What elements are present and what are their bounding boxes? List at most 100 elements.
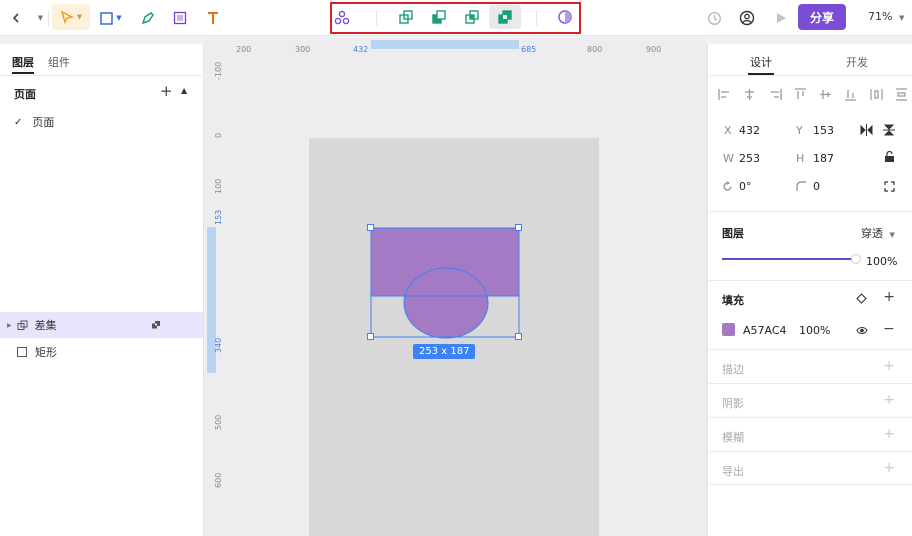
component-icon (334, 10, 350, 25)
canvas[interactable]: 200 300 432 685 800 900 -100 0 100 153 3… (205, 38, 707, 536)
pen-icon (141, 12, 154, 25)
back-button[interactable] (6, 8, 26, 28)
h-input[interactable]: 187 (813, 152, 834, 165)
shadow-section-title: 阴影 (722, 397, 744, 410)
ruler-top: 200 300 432 685 800 900 (205, 38, 707, 56)
fill-opacity-input[interactable]: 100% (799, 324, 830, 337)
exclude-mini-icon (151, 321, 160, 329)
ruler-tick: 500 (214, 414, 223, 430)
flip-horizontal-icon[interactable] (860, 124, 873, 136)
rectangle-tool-button[interactable]: ▼ (96, 8, 126, 28)
add-shadow-button[interactable]: + (883, 392, 895, 408)
dimension-badge: 253 x 187 (413, 344, 476, 359)
h-label: H (796, 152, 805, 165)
add-blur-button[interactable]: + (883, 426, 895, 442)
caret-down-icon: ▼ (898, 14, 905, 22)
share-button[interactable]: 分享 (798, 4, 846, 30)
account-button[interactable] (737, 8, 757, 28)
frame-tool-button[interactable] (170, 8, 190, 28)
lock-ratio-icon[interactable] (884, 151, 895, 163)
frame-icon (173, 11, 187, 25)
tab-active-indicator (12, 72, 34, 74)
resize-handle-top-right[interactable] (515, 224, 522, 231)
mask-button[interactable] (554, 6, 576, 28)
right-panel: 设计 开发 X 432 Y 153 W 253 H 187 0° 0 图层 穿透… (707, 44, 912, 536)
fill-hex-input[interactable]: A57AC4 (743, 324, 787, 337)
distribute-vertical-icon[interactable] (895, 88, 908, 101)
w-input[interactable]: 253 (739, 152, 760, 165)
pen-tool-button[interactable] (138, 8, 158, 28)
opacity-value[interactable]: 100% (866, 255, 897, 268)
exclude-button[interactable] (489, 5, 521, 29)
text-t-icon (208, 12, 218, 24)
export-section[interactable]: 导出 + (708, 451, 912, 485)
play-icon (777, 13, 786, 23)
rotation-icon (723, 181, 732, 191)
corner-radius-input[interactable]: 0 (813, 180, 820, 193)
difference-shape[interactable] (365, 222, 527, 346)
select-tool-button[interactable]: ▼ (52, 4, 90, 30)
opacity-slider-knob[interactable] (851, 254, 861, 264)
zoom-dropdown[interactable]: 71% ▼ (868, 10, 904, 23)
resize-handle-top-left[interactable] (367, 224, 374, 231)
y-input[interactable]: 153 (813, 124, 834, 137)
distribute-horizontal-icon[interactable] (870, 88, 883, 101)
eye-icon[interactable] (856, 326, 868, 335)
align-center-h-icon[interactable] (743, 88, 756, 101)
align-left-icon[interactable] (718, 88, 731, 101)
shadow-section[interactable]: 阴影 + (708, 383, 912, 417)
page-item[interactable]: ✓ 页面 (0, 109, 203, 135)
layer-item-rectangle[interactable]: 矩形 (0, 339, 203, 365)
x-input[interactable]: 432 (739, 124, 760, 137)
resize-handle-bottom-right[interactable] (515, 333, 522, 340)
ruler-tick: -100 (214, 61, 223, 80)
resize-handle-bottom-left[interactable] (367, 333, 374, 340)
tab-layers[interactable]: 图层 (12, 54, 34, 70)
tab-design[interactable]: 设计 (750, 54, 772, 70)
layer-item-difference[interactable]: ▶ 差集 (0, 312, 203, 338)
text-tool-button[interactable] (203, 8, 223, 28)
stroke-section[interactable]: 描边 + (708, 349, 912, 383)
union-button[interactable] (395, 6, 417, 28)
layer-section: 图层 穿透 ▼ 100% (708, 211, 912, 279)
ruler-tick: 600 (214, 472, 223, 488)
align-right-icon[interactable] (769, 88, 782, 101)
fill-style-icon[interactable] (856, 293, 867, 304)
layer-item-label: 差集 (34, 319, 57, 332)
align-center-v-icon[interactable] (819, 88, 832, 101)
add-export-button[interactable]: + (883, 460, 895, 476)
toolbar-divider (376, 10, 377, 26)
rectangle-icon (100, 11, 114, 25)
flip-vertical-icon[interactable] (883, 124, 895, 136)
intersect-button[interactable] (461, 6, 483, 28)
cursor-arrow-icon (60, 10, 74, 24)
add-stroke-button[interactable]: + (883, 358, 895, 374)
align-bottom-icon[interactable] (844, 88, 857, 101)
tab-components[interactable]: 组件 (48, 54, 70, 70)
tab-dev[interactable]: 开发 (846, 54, 868, 70)
collapse-pages-button[interactable]: ▲ (181, 86, 187, 95)
opacity-slider[interactable] (722, 254, 861, 264)
remove-fill-button[interactable]: − (883, 321, 895, 337)
zoom-level: 71% (868, 10, 893, 23)
blend-mode-dropdown[interactable]: 穿透 ▼ (861, 225, 895, 241)
history-button[interactable] (704, 8, 724, 28)
rotation-input[interactable]: 0° (739, 180, 752, 193)
layer-section-title: 图层 (722, 227, 744, 240)
blur-section[interactable]: 模糊 + (708, 417, 912, 451)
ruler-selection-range (371, 40, 519, 49)
add-page-button[interactable]: + (160, 82, 173, 100)
ruler-tick: 800 (587, 45, 603, 54)
independent-corners-icon[interactable] (884, 181, 895, 192)
play-button[interactable] (771, 8, 791, 28)
caret-down-icon: ▼ (37, 14, 44, 22)
fill-color-swatch[interactable] (722, 323, 735, 336)
subtract-button[interactable] (428, 6, 450, 28)
toolbar-divider (48, 10, 49, 26)
align-top-icon[interactable] (794, 88, 807, 101)
y-label: Y (796, 124, 803, 137)
tab-divider (0, 75, 204, 76)
component-button[interactable] (331, 7, 353, 29)
menu-dropdown-button[interactable]: ▼ (32, 8, 46, 28)
add-fill-button[interactable]: + (883, 289, 895, 305)
